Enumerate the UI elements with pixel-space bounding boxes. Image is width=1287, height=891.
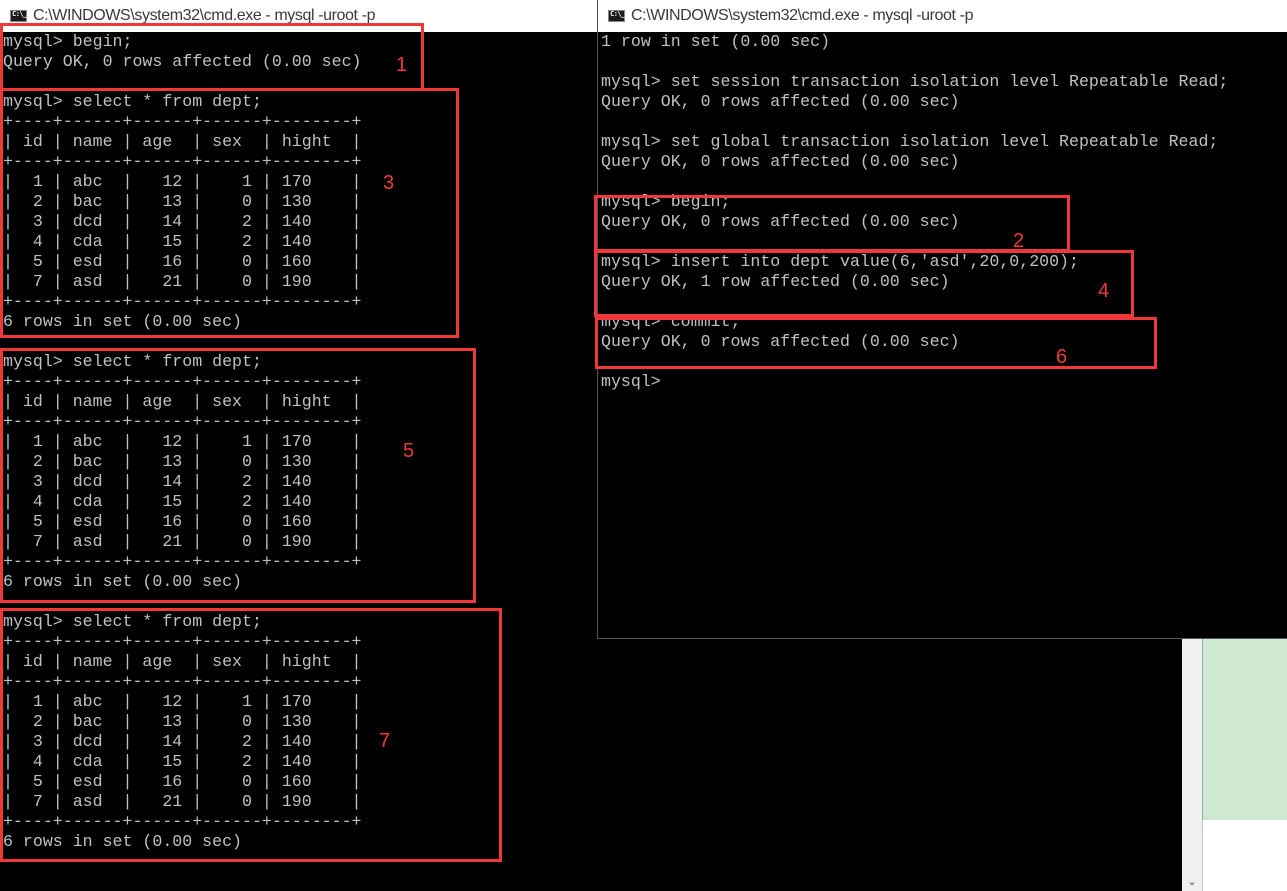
console-line: mysql> begin; bbox=[601, 192, 731, 211]
console-line: | 3 | dcd | 14 | 2 | 140 | bbox=[3, 732, 362, 751]
console-line: +----+------+------+------+--------+ bbox=[3, 812, 362, 831]
cmd-window-right[interactable]: C:\WINDOWS\system32\cmd.exe - mysql -uro… bbox=[597, 0, 1287, 639]
console-line: mysql> bbox=[601, 372, 661, 391]
background-window-area bbox=[1202, 820, 1287, 891]
vertical-scrollbar[interactable]: ⌄ bbox=[1182, 638, 1203, 891]
console-line: Query OK, 0 rows affected (0.00 sec) bbox=[601, 332, 960, 351]
window-title-right: C:\WINDOWS\system32\cmd.exe - mysql -uro… bbox=[631, 7, 974, 24]
background-window-panel bbox=[1202, 638, 1287, 820]
scroll-down-arrow-icon[interactable]: ⌄ bbox=[1187, 877, 1197, 888]
console-line: | 4 | cda | 15 | 2 | 140 | bbox=[3, 752, 362, 771]
annotation-label-2: 2 bbox=[1013, 230, 1025, 252]
window-title-left: C:\WINDOWS\system32\cmd.exe - mysql -uro… bbox=[33, 7, 376, 24]
console-line: | id | name | age | sex | hight | bbox=[3, 652, 362, 671]
annotation-label-4: 4 bbox=[1098, 280, 1110, 302]
console-line: Query OK, 0 rows affected (0.00 sec) bbox=[601, 212, 960, 231]
console-line: | 1 | abc | 12 | 1 | 170 | bbox=[3, 692, 362, 711]
console-line: mysql> set global transaction isolation … bbox=[601, 132, 1219, 151]
annotation-label-7: 7 bbox=[379, 730, 391, 752]
cmd-console-icon bbox=[608, 10, 625, 22]
console-line: | 2 | bac | 13 | 0 | 130 | bbox=[3, 712, 362, 731]
console-line: Query OK, 1 row affected (0.00 sec) bbox=[601, 272, 950, 291]
console-line: | 5 | esd | 16 | 0 | 160 | bbox=[3, 772, 362, 791]
console-line: 1 row in set (0.00 sec) bbox=[601, 32, 831, 51]
window-titlebar-right[interactable]: C:\WINDOWS\system32\cmd.exe - mysql -uro… bbox=[598, 0, 1287, 32]
annotation-label-3: 3 bbox=[383, 172, 395, 194]
cmd-console-icon bbox=[10, 10, 27, 22]
console-line: Query OK, 0 rows affected (0.00 sec) bbox=[601, 152, 960, 171]
console-line: mysql> commit; bbox=[601, 312, 741, 331]
console-line: +----+------+------+------+--------+ bbox=[3, 672, 362, 691]
console-line: 6 rows in set (0.00 sec) bbox=[3, 832, 242, 851]
window-titlebar-left[interactable]: C:\WINDOWS\system32\cmd.exe - mysql -uro… bbox=[0, 0, 600, 32]
annotation-label-1: 1 bbox=[396, 54, 408, 76]
console-line: Query OK, 0 rows affected (0.00 sec) bbox=[601, 92, 960, 111]
annotation-label-6: 6 bbox=[1056, 346, 1068, 368]
console-output-right[interactable]: 1 row in set (0.00 sec) mysql> set sessio… bbox=[598, 32, 1287, 638]
annotation-label-5: 5 bbox=[403, 440, 415, 462]
console-line: mysql> set session transaction isolation… bbox=[601, 72, 1229, 91]
console-line: | 7 | asd | 21 | 0 | 190 | bbox=[3, 792, 362, 811]
console-line: mysql> insert into dept value(6,'asd',20… bbox=[601, 252, 1079, 271]
